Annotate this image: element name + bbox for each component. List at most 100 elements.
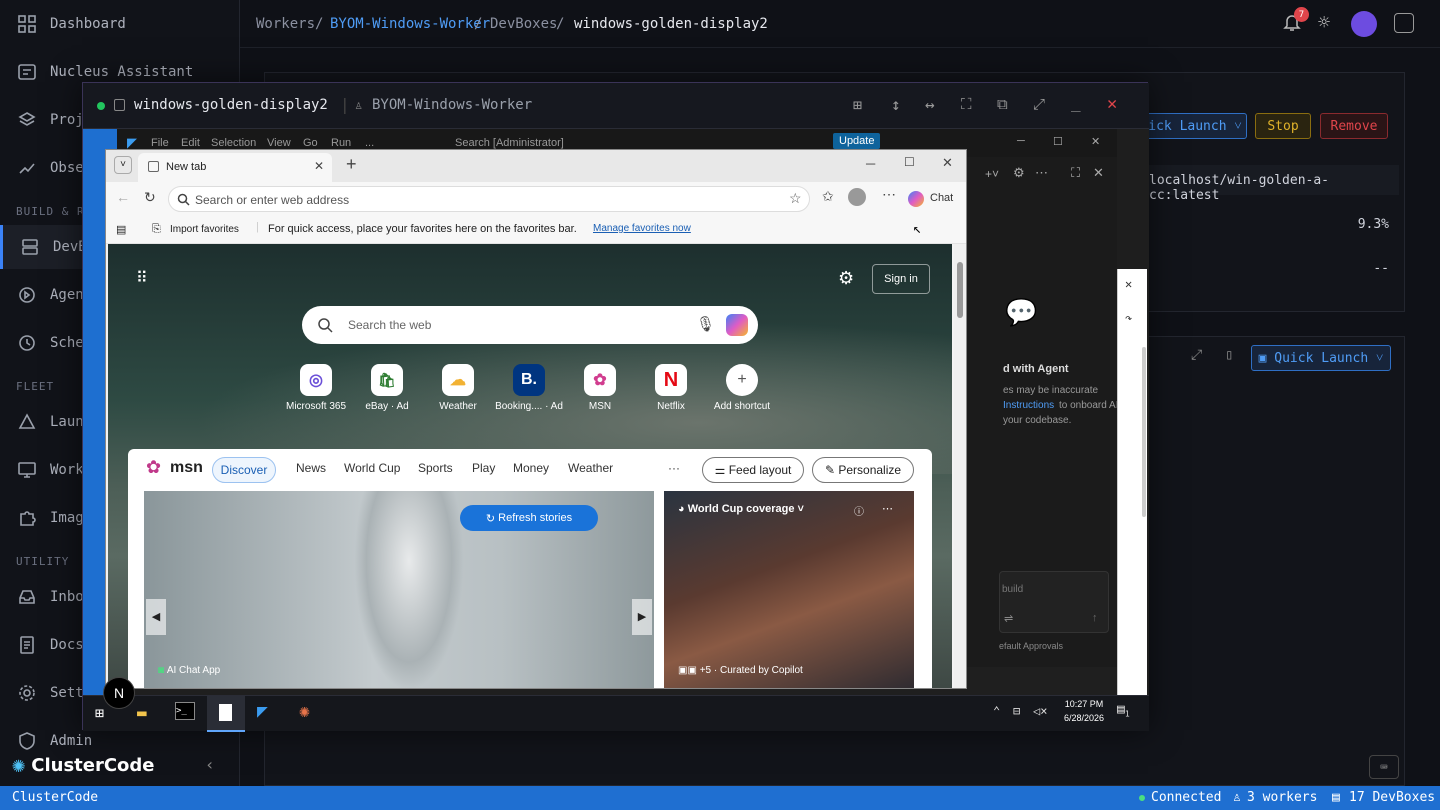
start-button-icon[interactable]: ⊞ — [95, 704, 104, 722]
clock-time[interactable]: 10:27 PM — [1049, 699, 1119, 709]
n-badge-icon[interactable]: N — [103, 677, 135, 709]
page-settings-icon[interactable]: ⚙ — [838, 268, 854, 289]
copilot-search-icon[interactable] — [726, 314, 748, 336]
apps-grid-icon[interactable]: ⠿ — [136, 268, 148, 288]
copilot-chat-button[interactable]: Chat — [904, 186, 960, 212]
breadcrumb-workers[interactable]: Workers — [256, 16, 315, 32]
tile-netflix[interactable]: N Netflix — [636, 364, 706, 412]
story-card-main[interactable]: ↻ Refresh stories ◀ ▶ ◙ AI Chat App — [144, 491, 654, 688]
edge-browser-window[interactable]: ˅ New tab ✕ + ─ ☐ ✕ ← ↻ Search or enter … — [105, 149, 967, 689]
info-icon[interactable]: ⓘ — [854, 503, 864, 518]
tile-ebay[interactable]: 🛍 eBay · Ad — [352, 364, 422, 412]
refresh-stories-button[interactable]: ↻ Refresh stories — [460, 505, 598, 531]
import-favorites-link[interactable]: Import favorites — [170, 224, 239, 235]
tile-msn[interactable]: ✿ MSN — [565, 364, 635, 412]
keyboard-icon[interactable]: ⌨ — [1369, 755, 1399, 779]
tab-new-tab[interactable]: New tab ✕ — [138, 153, 332, 182]
new-tab-page[interactable]: ⠿ ⚙ Sign in Search the web 🎙 ◎ Microsoft … — [108, 244, 952, 688]
minimize-icon[interactable]: _ — [1071, 93, 1081, 112]
action-center-icon[interactable]: ▤1 — [1117, 702, 1130, 719]
personalize-button[interactable]: ✎ Personalize — [812, 457, 914, 483]
volume-icon[interactable]: ◁× — [1033, 704, 1047, 718]
feed-layout-button[interactable]: ⚌ Feed layout — [702, 457, 804, 483]
msn-tab-sports[interactable]: Sports — [418, 461, 453, 475]
msn-tab-world-cup[interactable]: World Cup — [344, 461, 400, 475]
chat-settings-icon[interactable]: ⚙ — [1013, 165, 1025, 181]
tile-add-shortcut[interactable]: + Add shortcut — [707, 364, 777, 412]
menu-item[interactable]: File — [151, 137, 169, 149]
fullscreen-icon[interactable]: ⤢ — [1033, 95, 1045, 113]
msn-tab-weather[interactable]: Weather — [568, 461, 613, 475]
tile-booking[interactable]: B. Booking.... · Ad — [494, 364, 564, 412]
grid-icon[interactable]: ⊞ — [853, 96, 862, 114]
dialog-scrollbar[interactable] — [1142, 347, 1146, 517]
back-icon[interactable]: ← — [116, 189, 130, 205]
carousel-prev-icon[interactable]: ◀ — [146, 599, 166, 635]
chat-close-icon[interactable]: ✕ — [1093, 165, 1104, 181]
menu-item[interactable]: Selection — [211, 137, 256, 149]
favorites-icon[interactable]: ✩ — [822, 188, 834, 205]
command-search[interactable]: Search [Administrator] — [455, 137, 564, 149]
avatar[interactable] — [1351, 11, 1377, 37]
file-explorer-icon[interactable]: ▬ — [137, 703, 147, 722]
theme-toggle-icon[interactable]: ☼ — [1318, 12, 1330, 32]
terminal-icon[interactable] — [1394, 13, 1414, 33]
chat-more-icon[interactable]: ⋯ — [1035, 165, 1048, 181]
manage-favorites-link[interactable]: Manage favorites now — [593, 223, 691, 234]
menu-item[interactable]: ... — [365, 137, 374, 149]
expand-icon[interactable]: ⤢ — [1191, 347, 1202, 363]
address-bar[interactable]: Search or enter web address ☆ — [168, 186, 810, 212]
edge-maximize-icon[interactable]: ☐ — [904, 155, 915, 169]
popout-icon[interactable]: ⧉ — [997, 95, 1008, 113]
carousel-next-icon[interactable]: ▶ — [632, 599, 652, 635]
menu-item[interactable]: Edit — [181, 137, 200, 149]
tray-chevron-icon[interactable]: ⌃ — [993, 704, 1000, 718]
network-icon[interactable]: ⊟ — [1013, 704, 1020, 718]
card-more-icon[interactable]: ⋯ — [882, 502, 893, 515]
tile-microsoft-365[interactable]: ◎ Microsoft 365 — [281, 364, 351, 412]
close-icon[interactable]: ✕ — [1107, 94, 1117, 114]
vscode-maximize-icon[interactable]: ☐ — [1053, 135, 1063, 148]
send-icon[interactable]: ↑ — [1092, 612, 1098, 624]
new-chat-icon[interactable]: +˅ — [985, 167, 999, 181]
app-logo[interactable]: ✺ ClusterCode — [12, 752, 192, 778]
chat-maximize-icon[interactable]: ⛶ — [1071, 165, 1080, 181]
quick-launch-button-2[interactable]: ▣ Quick Launch ˅ — [1251, 345, 1391, 371]
terminal-app-icon[interactable]: >_ — [175, 702, 195, 720]
taskbar-notepad[interactable] — [207, 696, 245, 732]
new-tab-icon[interactable]: + — [346, 154, 357, 175]
dialog-redo-icon[interactable]: ↷ — [1125, 311, 1132, 325]
page-scrollbar[interactable] — [954, 244, 966, 688]
sidebar-item-dashboard[interactable]: Dashboard — [0, 2, 240, 46]
story-card-world-cup[interactable]: ◕ World Cup coverage ˅ ⓘ ⋯ ▣▣ +5 · Curat… — [664, 491, 914, 688]
panel-icon[interactable]: ▯ — [1225, 347, 1233, 363]
collapse-sidebar-icon[interactable]: ‹ — [205, 755, 215, 774]
quick-launch-button[interactable]: ick Launch ˅ — [1143, 113, 1247, 139]
status-workers[interactable]: 3 workers — [1247, 790, 1317, 805]
remove-button[interactable]: Remove — [1320, 113, 1388, 139]
menu-item[interactable]: View — [267, 137, 291, 149]
edge-more-icon[interactable]: ⋯ — [882, 186, 896, 203]
sidebar-toggle-icon[interactable]: ▤ — [116, 223, 126, 236]
claude-app-icon[interactable]: ✺ — [299, 701, 310, 722]
tile-weather[interactable]: ☁ Weather — [423, 364, 493, 412]
clock-date[interactable]: 6/28/2026 — [1049, 713, 1119, 723]
stop-button[interactable]: Stop — [1255, 113, 1311, 139]
dialog-close-icon[interactable]: ✕ — [1125, 277, 1132, 291]
fit-height-icon[interactable]: ↕ — [891, 95, 901, 114]
vscode-app-icon[interactable]: ◤ — [257, 701, 268, 722]
menu-item[interactable]: Go — [303, 137, 318, 149]
notification-bell-icon[interactable]: 7 — [1282, 7, 1309, 36]
chat-options-icon[interactable]: ⇌ — [1004, 612, 1013, 625]
msn-tab-discover[interactable]: Discover — [212, 457, 276, 483]
edge-close-icon[interactable]: ✕ — [942, 155, 953, 171]
agent-instructions-link[interactable]: Instructions — [1003, 400, 1054, 411]
sign-in-button[interactable]: Sign in — [872, 264, 930, 294]
profile-avatar[interactable] — [848, 188, 866, 206]
vscode-close-icon[interactable]: ✕ — [1091, 135, 1100, 148]
msn-tab-play[interactable]: Play — [472, 461, 495, 475]
msn-tab-news[interactable]: News — [296, 461, 326, 475]
vscode-minimize-icon[interactable]: ─ — [1017, 135, 1025, 147]
mic-icon[interactable]: 🎙 — [696, 315, 715, 333]
web-search-box[interactable]: Search the web 🎙 — [302, 306, 758, 344]
